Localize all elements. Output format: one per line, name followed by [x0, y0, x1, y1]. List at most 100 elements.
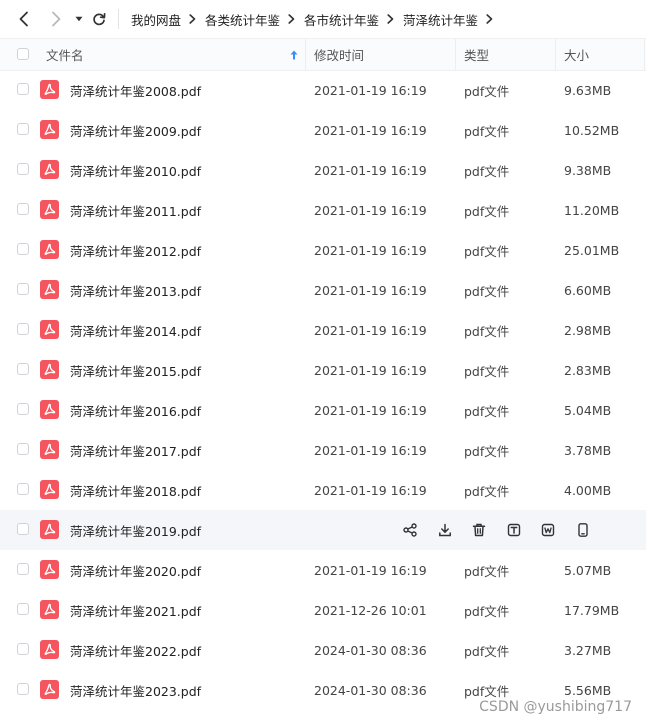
- row-checkbox[interactable]: [17, 603, 29, 615]
- file-row[interactable]: 菏泽统计年鉴2017.pdf 2021-01-19 16:19 pdf文件 3.78M…: [0, 430, 646, 470]
- file-name[interactable]: 菏泽统计年鉴2009.pdf: [70, 110, 201, 150]
- sort-up-arrow-icon[interactable]: [290, 39, 298, 70]
- row-checkbox[interactable]: [17, 283, 29, 295]
- row-checkbox[interactable]: [17, 123, 29, 135]
- file-size: 6.60MB: [564, 282, 612, 298]
- file-row[interactable]: 菏泽统计年鉴2015.pdf 2021-01-19 16:19 pdf文件 2.83M…: [0, 350, 646, 390]
- file-name[interactable]: 菏泽统计年鉴2008.pdf: [70, 70, 201, 110]
- refresh-icon: [93, 12, 106, 26]
- refresh-button[interactable]: [91, 8, 107, 30]
- file-size: 9.63MB: [564, 82, 612, 98]
- breadcrumb-chevron-icon[interactable]: [486, 14, 493, 24]
- download-icon[interactable]: [435, 520, 455, 540]
- breadcrumb-item[interactable]: 各类统计年鉴: [205, 10, 280, 29]
- file-type: pdf文件: [464, 203, 510, 219]
- breadcrumb-chevron-icon: [387, 14, 394, 24]
- file-name[interactable]: 菏泽统计年鉴2011.pdf: [70, 190, 201, 230]
- row-checkbox[interactable]: [17, 403, 29, 415]
- navigation-bar: 我的网盘 各类统计年鉴 各市统计年鉴 菏泽统计年鉴: [0, 0, 646, 38]
- file-row[interactable]: 菏泽统计年鉴2018.pdf 2021-01-19 16:19 pdf文件 4.00M…: [0, 470, 646, 510]
- file-name[interactable]: 菏泽统计年鉴2019.pdf: [70, 510, 201, 550]
- row-checkbox[interactable]: [17, 483, 29, 495]
- row-checkbox[interactable]: [17, 163, 29, 175]
- file-name[interactable]: 菏泽统计年鉴2023.pdf: [70, 670, 201, 710]
- share-icon[interactable]: [400, 520, 420, 540]
- file-type: pdf文件: [464, 483, 510, 499]
- file-row[interactable]: 菏泽统计年鉴2012.pdf 2021-01-19 16:19 pdf文件 25.01…: [0, 230, 646, 270]
- file-name[interactable]: 菏泽统计年鉴2020.pdf: [70, 550, 201, 590]
- select-all-checkbox[interactable]: [17, 48, 29, 60]
- file-name[interactable]: 菏泽统计年鉴2022.pdf: [70, 630, 201, 670]
- file-row[interactable]: 菏泽统计年鉴2014.pdf 2021-01-19 16:19 pdf文件 2.98M…: [0, 310, 646, 350]
- file-name[interactable]: 菏泽统计年鉴2021.pdf: [70, 590, 201, 630]
- row-checkbox[interactable]: [17, 363, 29, 375]
- pdf-file-icon: [40, 160, 59, 179]
- file-size: 9.38MB: [564, 162, 612, 178]
- file-size: 3.27MB: [564, 642, 612, 658]
- pdf-file-icon: [40, 400, 59, 419]
- column-header-name[interactable]: 文件名: [46, 39, 84, 70]
- file-modified-time: 2021-01-19 16:19: [314, 482, 427, 498]
- file-row[interactable]: 菏泽统计年鉴2022.pdf 2024-01-30 08:36 pdf文件 3.27M…: [0, 630, 646, 670]
- row-actions: [400, 520, 607, 540]
- file-type: pdf文件: [464, 443, 510, 459]
- file-type: pdf文件: [464, 403, 510, 419]
- forward-button[interactable]: [48, 8, 64, 30]
- file-name[interactable]: 菏泽统计年鉴2013.pdf: [70, 270, 201, 310]
- file-modified-time: 2024-01-30 08:36: [314, 642, 427, 658]
- pdf-file-icon: [40, 120, 59, 139]
- row-checkbox[interactable]: [17, 83, 29, 95]
- file-type: pdf文件: [464, 283, 510, 299]
- file-name[interactable]: 菏泽统计年鉴2018.pdf: [70, 470, 201, 510]
- file-modified-time: 2021-01-19 16:19: [314, 202, 427, 218]
- file-name[interactable]: 菏泽统计年鉴2014.pdf: [70, 310, 201, 350]
- caret-down-icon: [75, 16, 83, 22]
- breadcrumb-item[interactable]: 各市统计年鉴: [304, 10, 379, 29]
- file-size: 25.01MB: [564, 242, 620, 258]
- file-row[interactable]: 菏泽统计年鉴2011.pdf 2021-01-19 16:19 pdf文件 11.20…: [0, 190, 646, 230]
- row-checkbox[interactable]: [17, 643, 29, 655]
- file-row[interactable]: 菏泽统计年鉴2010.pdf 2021-01-19 16:19 pdf文件 9.38M…: [0, 150, 646, 190]
- row-checkbox[interactable]: [17, 563, 29, 575]
- file-row[interactable]: 菏泽统计年鉴2008.pdf 2021-01-19 16:19 pdf文件 9.63M…: [0, 70, 646, 110]
- file-modified-time: 2021-01-19 16:19: [314, 242, 427, 258]
- file-row[interactable]: 菏泽统计年鉴2020.pdf 2021-01-19 16:19 pdf文件 5.07M…: [0, 550, 646, 590]
- file-size: 3.78MB: [564, 442, 612, 458]
- file-table-header: 文件名 修改时间 类型 大小: [0, 38, 646, 71]
- delete-icon[interactable]: [469, 520, 489, 540]
- file-row[interactable]: 菏泽统计年鉴2016.pdf 2021-01-19 16:19 pdf文件 5.04M…: [0, 390, 646, 430]
- pdf-file-icon: [40, 560, 59, 579]
- row-checkbox[interactable]: [17, 683, 29, 695]
- back-button[interactable]: [16, 8, 32, 30]
- chevron-right-icon: [52, 11, 61, 27]
- file-size: 4.00MB: [564, 482, 612, 498]
- row-checkbox[interactable]: [17, 323, 29, 335]
- row-checkbox[interactable]: [17, 523, 29, 535]
- row-checkbox[interactable]: [17, 203, 29, 215]
- word-convert-icon[interactable]: [538, 520, 558, 540]
- breadcrumb-item-current[interactable]: 菏泽统计年鉴: [403, 10, 478, 29]
- pdf-file-icon: [40, 600, 59, 619]
- breadcrumb-item[interactable]: 我的网盘: [131, 10, 181, 29]
- history-dropdown-button[interactable]: [73, 8, 85, 30]
- file-type: pdf文件: [464, 603, 510, 619]
- phone-icon[interactable]: [573, 520, 593, 540]
- file-name[interactable]: 菏泽统计年鉴2015.pdf: [70, 350, 201, 390]
- file-row[interactable]: 菏泽统计年鉴2021.pdf 2021-12-26 10:01 pdf文件 17.79…: [0, 590, 646, 630]
- file-row[interactable]: 菏泽统计年鉴2019.pdf: [0, 510, 646, 550]
- pdf-file-icon: [40, 680, 59, 699]
- file-row[interactable]: 菏泽统计年鉴2013.pdf 2021-01-19 16:19 pdf文件 6.60M…: [0, 270, 646, 310]
- text-extract-icon[interactable]: [504, 520, 524, 540]
- file-name[interactable]: 菏泽统计年鉴2016.pdf: [70, 390, 201, 430]
- file-name[interactable]: 菏泽统计年鉴2012.pdf: [70, 230, 201, 270]
- file-row[interactable]: 菏泽统计年鉴2009.pdf 2021-01-19 16:19 pdf文件 10.52…: [0, 110, 646, 150]
- row-checkbox[interactable]: [17, 243, 29, 255]
- column-header-type[interactable]: 类型: [464, 39, 489, 70]
- column-header-size[interactable]: 大小: [564, 39, 589, 70]
- row-checkbox[interactable]: [17, 443, 29, 455]
- column-divider: [555, 39, 556, 70]
- column-header-modified[interactable]: 修改时间: [314, 39, 364, 70]
- file-modified-time: 2021-01-19 16:19: [314, 402, 427, 418]
- file-name[interactable]: 菏泽统计年鉴2017.pdf: [70, 430, 201, 470]
- file-name[interactable]: 菏泽统计年鉴2010.pdf: [70, 150, 201, 190]
